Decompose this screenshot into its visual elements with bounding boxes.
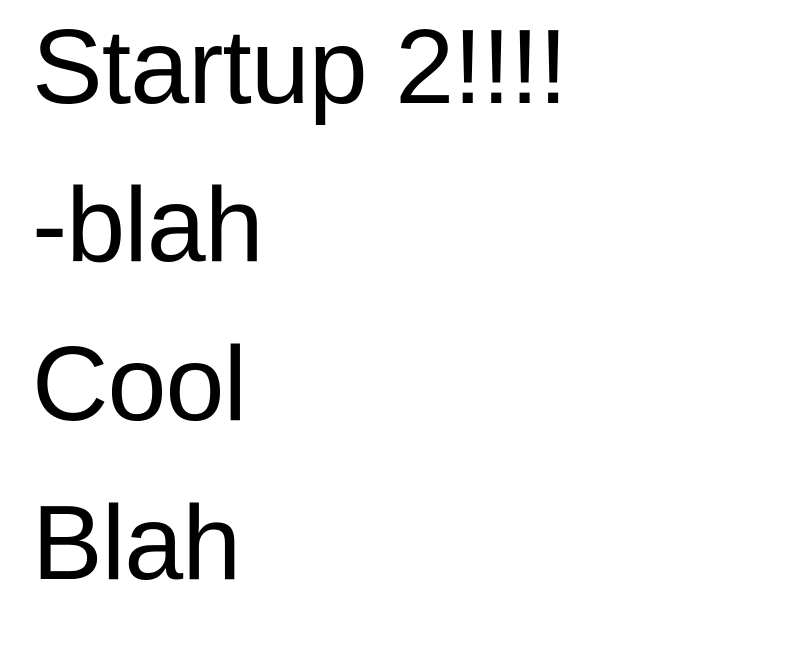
text-line-startup: Startup 2!!!! [32, 8, 568, 126]
document-page: Startup 2!!!! -blah Cool Blah [0, 0, 800, 646]
text-line-blah: Blah [32, 484, 241, 602]
text-line-cool: Cool [32, 325, 247, 443]
text-line-dash-blah: -blah [32, 166, 264, 284]
